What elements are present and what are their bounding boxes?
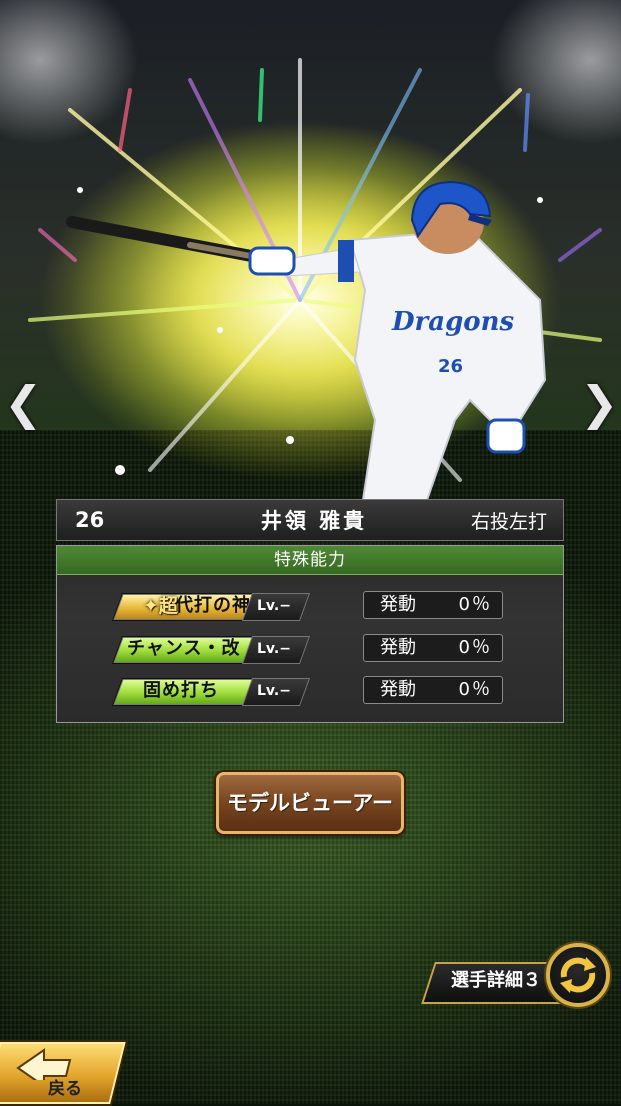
ability-row[interactable]: 固め打ち Lv.− 発動 0％ [57, 676, 565, 706]
activation-rate: 0％ [458, 679, 492, 700]
jersey-text: Dragons [391, 307, 515, 337]
special-abilities-panel: 特殊能力 ✦超 代打の神様 Lv.− 発動 0％ チャンス・改 Lv.− 発動 … [56, 545, 564, 723]
chou-badge: ✦超 [143, 595, 178, 617]
player-info-bar: 26 井領 雅貴 右投左打 [56, 499, 564, 541]
player-number: 26 [75, 508, 105, 532]
ability-name: チャンス・改 [127, 638, 241, 659]
ability-row[interactable]: チャンス・改 Lv.− 発動 0％ [57, 634, 565, 664]
player-figure: Dragons 26 [66, 180, 547, 521]
ability-level: Lv.− [257, 641, 291, 657]
activation-box: 発動 0％ [363, 634, 503, 662]
ability-level: Lv.− [257, 598, 291, 614]
activation-rate: 0％ [458, 594, 492, 615]
model-viewer-button[interactable]: モデルビューアー [216, 772, 404, 834]
activation-label: 発動 [380, 637, 416, 658]
player-detail-label: 選手詳細３ [451, 970, 541, 991]
ability-row[interactable]: ✦超 代打の神様 Lv.− 発動 0％ [57, 591, 565, 621]
rotate-arrows-icon[interactable] [546, 943, 610, 1007]
activation-rate: 0％ [458, 637, 492, 658]
activation-box: 発動 0％ [363, 591, 503, 619]
ability-level: Lv.− [257, 683, 291, 699]
chevron-right-icon[interactable]: ❯ [580, 378, 619, 428]
player-name: 井領 雅貴 [260, 509, 368, 533]
chevron-left-icon[interactable]: ❮ [4, 378, 43, 428]
activation-label: 発動 [380, 594, 416, 615]
activation-box: 発動 0％ [363, 676, 503, 704]
ability-name: 固め打ち [143, 680, 219, 701]
activation-label: 発動 [380, 679, 416, 700]
jersey-number: 26 [438, 356, 463, 377]
back-button-label: 戻る [48, 1079, 82, 1099]
player-handedness: 右投左打 [470, 510, 547, 533]
special-abilities-title: 特殊能力 [57, 546, 563, 575]
